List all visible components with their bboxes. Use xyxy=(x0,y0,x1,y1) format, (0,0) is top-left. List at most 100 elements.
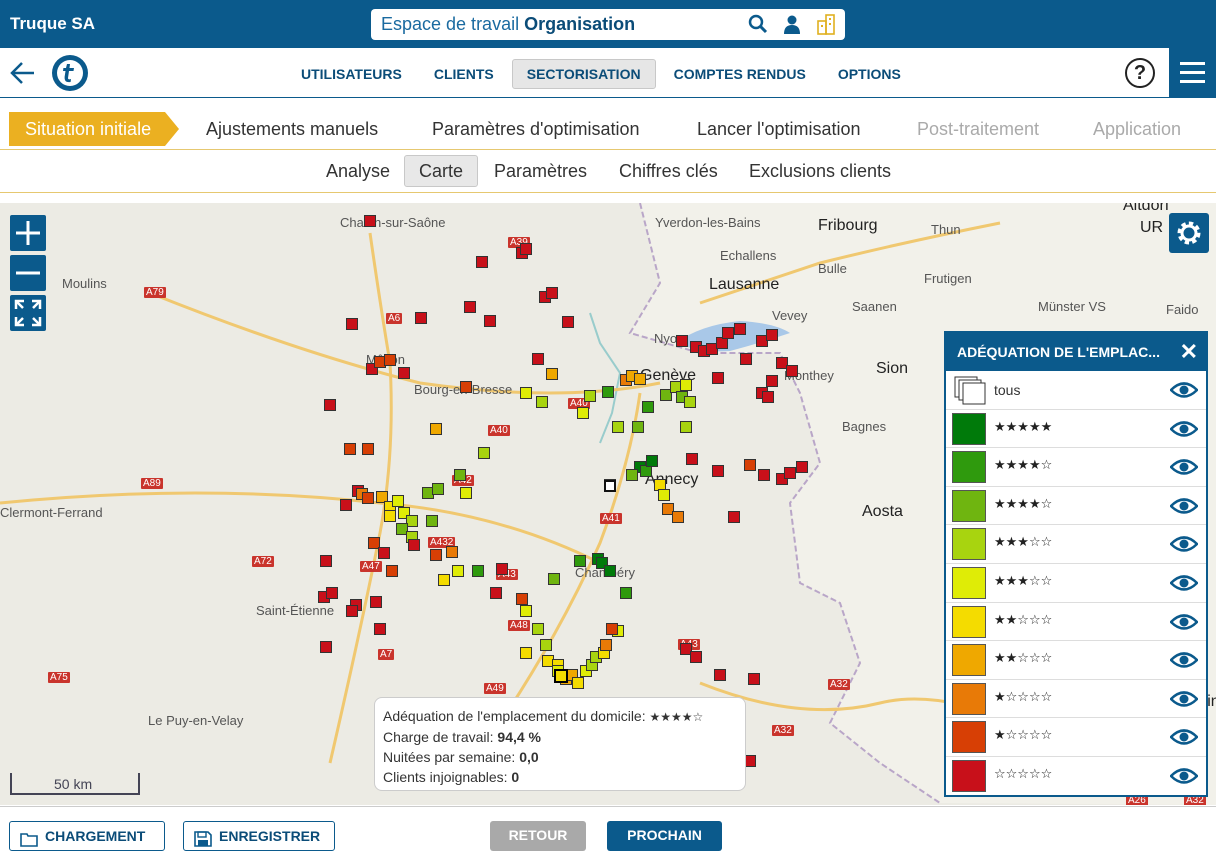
client-marker[interactable] xyxy=(766,329,778,341)
client-marker[interactable] xyxy=(572,677,584,689)
client-marker[interactable] xyxy=(460,381,472,393)
client-marker[interactable] xyxy=(658,489,670,501)
eye-icon[interactable] xyxy=(1169,497,1199,515)
step-situation-initiale[interactable]: Situation initiale xyxy=(9,112,179,146)
client-marker[interactable] xyxy=(744,459,756,471)
step-lancer-optimisation[interactable]: Lancer l'optimisation xyxy=(697,108,861,150)
building-icon[interactable] xyxy=(815,13,837,35)
client-marker[interactable] xyxy=(460,487,472,499)
eye-icon[interactable] xyxy=(1169,458,1199,476)
next-button[interactable]: PROCHAIN xyxy=(607,821,722,851)
tab-utilisateurs[interactable]: UTILISATEURS xyxy=(287,59,416,89)
client-marker[interactable] xyxy=(364,215,376,227)
client-marker[interactable] xyxy=(546,368,558,380)
client-marker[interactable] xyxy=(496,563,508,575)
zoom-in-button[interactable] xyxy=(10,215,46,251)
client-marker[interactable] xyxy=(520,243,532,255)
client-marker[interactable] xyxy=(734,323,746,335)
client-marker[interactable] xyxy=(632,421,644,433)
eye-icon[interactable] xyxy=(1169,420,1199,438)
client-marker[interactable] xyxy=(574,555,586,567)
client-marker[interactable] xyxy=(426,515,438,527)
workspace-selector[interactable]: Espace de travail Organisation xyxy=(371,9,845,40)
zoom-out-button[interactable] xyxy=(10,255,46,291)
client-marker[interactable] xyxy=(520,647,532,659)
client-marker[interactable] xyxy=(758,469,770,481)
client-marker[interactable] xyxy=(340,499,352,511)
client-marker[interactable] xyxy=(626,469,638,481)
client-marker[interactable] xyxy=(684,396,696,408)
tab-clients[interactable]: CLIENTS xyxy=(420,59,508,89)
client-marker[interactable] xyxy=(484,315,496,327)
client-marker[interactable] xyxy=(602,386,614,398)
legend-row[interactable]: ★☆☆☆☆ xyxy=(946,680,1206,719)
tab-comptes-rendus[interactable]: COMPTES RENDUS xyxy=(660,59,820,89)
client-marker[interactable] xyxy=(430,549,442,561)
legend-row-all[interactable]: tous xyxy=(946,371,1206,410)
client-marker[interactable] xyxy=(320,641,332,653)
close-icon[interactable]: ✕ xyxy=(1180,339,1198,365)
client-marker[interactable] xyxy=(472,565,484,577)
subtab-exclusions-clients[interactable]: Exclusions clients xyxy=(735,155,905,187)
client-marker[interactable] xyxy=(478,447,490,459)
client-marker[interactable] xyxy=(672,511,684,523)
client-marker[interactable] xyxy=(548,573,560,585)
step-parametres-optimisation[interactable]: Paramètres d'optimisation xyxy=(432,108,640,150)
client-marker[interactable] xyxy=(384,354,396,366)
help-button[interactable]: ? xyxy=(1125,58,1155,88)
client-marker[interactable] xyxy=(536,396,548,408)
client-marker[interactable] xyxy=(642,401,654,413)
tab-sectorisation[interactable]: SECTORISATION xyxy=(511,59,656,89)
client-marker[interactable] xyxy=(430,423,442,435)
user-icon[interactable] xyxy=(781,13,803,35)
load-button[interactable]: CHARGEMENT xyxy=(9,821,165,851)
eye-icon[interactable] xyxy=(1169,381,1199,399)
client-marker[interactable] xyxy=(612,421,624,433)
client-marker[interactable] xyxy=(398,367,410,379)
subtab-analyse[interactable]: Analyse xyxy=(312,155,404,187)
eye-icon[interactable] xyxy=(1169,767,1199,785)
client-marker[interactable] xyxy=(392,495,404,507)
client-marker[interactable] xyxy=(748,673,760,685)
client-marker[interactable] xyxy=(386,565,398,577)
save-button[interactable]: ENREGISTRER xyxy=(183,821,335,851)
client-marker[interactable] xyxy=(554,669,568,683)
client-marker[interactable] xyxy=(476,256,488,268)
eye-icon[interactable] xyxy=(1169,535,1199,553)
client-marker[interactable] xyxy=(532,623,544,635)
client-marker[interactable] xyxy=(680,379,692,391)
legend-row[interactable]: ★★★☆☆ xyxy=(946,525,1206,564)
eye-icon[interactable] xyxy=(1169,613,1199,631)
menu-icon[interactable] xyxy=(1169,48,1216,97)
client-marker[interactable] xyxy=(454,469,466,481)
client-marker[interactable] xyxy=(766,375,778,387)
client-marker[interactable] xyxy=(346,318,358,330)
eye-icon[interactable] xyxy=(1169,651,1199,669)
legend-row[interactable]: ★☆☆☆☆ xyxy=(946,718,1206,757)
back-arrow-icon[interactable] xyxy=(8,58,38,88)
client-marker[interactable] xyxy=(374,623,386,635)
client-marker[interactable] xyxy=(676,335,688,347)
client-marker[interactable] xyxy=(686,453,698,465)
client-marker[interactable] xyxy=(446,546,458,558)
client-marker[interactable] xyxy=(520,605,532,617)
client-marker[interactable] xyxy=(740,353,752,365)
client-marker[interactable] xyxy=(762,391,774,403)
client-marker[interactable] xyxy=(562,316,574,328)
tab-options[interactable]: OPTIONS xyxy=(824,59,915,89)
client-marker[interactable] xyxy=(344,443,356,455)
legend-row[interactable]: ★★★☆☆ xyxy=(946,564,1206,603)
client-marker[interactable] xyxy=(728,511,740,523)
client-marker[interactable] xyxy=(584,390,596,402)
client-marker[interactable] xyxy=(490,587,502,599)
client-marker[interactable] xyxy=(326,587,338,599)
client-marker[interactable] xyxy=(796,461,808,473)
client-marker[interactable] xyxy=(620,587,632,599)
client-marker[interactable] xyxy=(415,312,427,324)
client-marker[interactable] xyxy=(520,387,532,399)
client-marker[interactable] xyxy=(786,365,798,377)
client-marker[interactable] xyxy=(712,465,724,477)
client-marker[interactable] xyxy=(320,555,332,567)
client-marker[interactable] xyxy=(784,467,796,479)
client-marker[interactable] xyxy=(604,565,616,577)
